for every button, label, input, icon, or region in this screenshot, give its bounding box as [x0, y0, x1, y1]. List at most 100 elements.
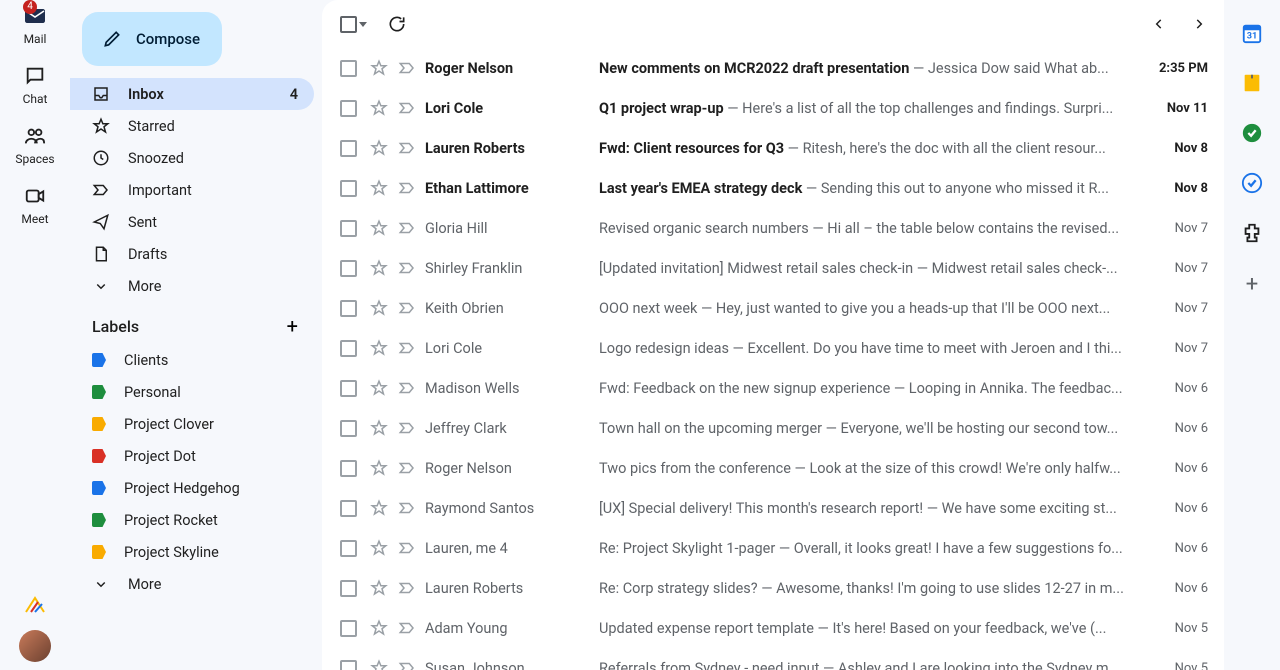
row-checkbox[interactable] — [340, 340, 357, 357]
tasks-icon[interactable] — [1241, 122, 1263, 144]
row-checkbox[interactable] — [340, 180, 357, 197]
row-checkbox[interactable] — [340, 500, 357, 517]
email-row[interactable]: Lori Cole Logo redesign ideas — Excellen… — [322, 328, 1224, 368]
important-toggle[interactable] — [397, 498, 417, 518]
important-toggle[interactable] — [397, 338, 417, 358]
row-checkbox[interactable] — [340, 260, 357, 277]
row-checkbox[interactable] — [340, 300, 357, 317]
important-toggle[interactable] — [397, 578, 417, 598]
row-checkbox[interactable] — [340, 220, 357, 237]
important-toggle[interactable] — [397, 418, 417, 438]
important-toggle[interactable] — [397, 618, 417, 638]
label-item[interactable]: Project Rocket — [70, 504, 314, 536]
important-toggle[interactable] — [397, 378, 417, 398]
contacts-icon[interactable] — [1241, 172, 1263, 194]
rail-meet[interactable]: Meet — [21, 184, 48, 226]
email-row[interactable]: Roger Nelson New comments on MCR2022 dra… — [322, 48, 1224, 88]
important-toggle[interactable] — [397, 258, 417, 278]
star-toggle[interactable] — [369, 418, 389, 438]
nav-inbox[interactable]: Inbox 4 — [70, 78, 314, 110]
nav-starred[interactable]: Starred — [70, 110, 314, 142]
rail-mail[interactable]: 4 Mail — [23, 4, 47, 46]
star-toggle[interactable] — [369, 658, 389, 670]
label-item[interactable]: Clients — [70, 344, 314, 376]
star-toggle[interactable] — [369, 298, 389, 318]
add-label-button[interactable]: + — [287, 314, 298, 338]
email-row[interactable]: Lauren Roberts Re: Corp strategy slides?… — [322, 568, 1224, 608]
keep-icon[interactable] — [1241, 72, 1263, 94]
star-toggle[interactable] — [369, 98, 389, 118]
important-toggle[interactable] — [397, 458, 417, 478]
star-toggle[interactable] — [369, 618, 389, 638]
star-toggle[interactable] — [369, 258, 389, 278]
label-item[interactable]: Personal — [70, 376, 314, 408]
row-checkbox[interactable] — [340, 380, 357, 397]
star-toggle[interactable] — [369, 498, 389, 518]
important-toggle[interactable] — [397, 178, 417, 198]
nav-more[interactable]: More — [70, 270, 314, 302]
email-row[interactable]: Susan Johnson Referrals from Sydney - ne… — [322, 648, 1224, 670]
email-row[interactable]: Jeffrey Clark Town hall on the upcoming … — [322, 408, 1224, 448]
star-toggle[interactable] — [369, 178, 389, 198]
email-row[interactable]: Lauren, me 4 Re: Project Skylight 1-page… — [322, 528, 1224, 568]
star-toggle[interactable] — [369, 578, 389, 598]
refresh-button[interactable] — [387, 14, 407, 34]
abstract-logo-icon[interactable] — [23, 594, 47, 618]
email-row[interactable]: Madison Wells Fwd: Feedback on the new s… — [322, 368, 1224, 408]
important-toggle[interactable] — [397, 138, 417, 158]
email-row[interactable]: Gloria Hill Revised organic search numbe… — [322, 208, 1224, 248]
nav-important[interactable]: Important — [70, 174, 314, 206]
addons-icon[interactable] — [1241, 222, 1263, 244]
important-toggle[interactable] — [397, 658, 417, 670]
page-next-button[interactable] — [1192, 17, 1206, 31]
star-toggle[interactable] — [369, 338, 389, 358]
row-checkbox[interactable] — [340, 660, 357, 670]
rail-spaces[interactable]: Spaces — [15, 124, 54, 166]
nav-sent[interactable]: Sent — [70, 206, 314, 238]
select-all-checkbox[interactable] — [340, 16, 357, 33]
compose-button[interactable]: Compose — [82, 12, 222, 66]
important-toggle[interactable] — [397, 98, 417, 118]
label-item[interactable]: Project Clover — [70, 408, 314, 440]
label-item[interactable]: Project Skyline — [70, 536, 314, 568]
email-row[interactable]: Raymond Santos [UX] Special delivery! Th… — [322, 488, 1224, 528]
caret-down-icon[interactable] — [359, 22, 367, 27]
email-row[interactable]: Roger Nelson Two pics from the conferenc… — [322, 448, 1224, 488]
nav-snoozed[interactable]: Snoozed — [70, 142, 314, 174]
email-row[interactable]: Lori Cole Q1 project wrap-up — Here's a … — [322, 88, 1224, 128]
star-toggle[interactable] — [369, 378, 389, 398]
row-checkbox[interactable] — [340, 140, 357, 157]
row-checkbox[interactable] — [340, 540, 357, 557]
important-toggle[interactable] — [397, 218, 417, 238]
star-toggle[interactable] — [369, 458, 389, 478]
important-toggle[interactable] — [397, 58, 417, 78]
email-row[interactable]: Adam Young Updated expense report templa… — [322, 608, 1224, 648]
row-checkbox[interactable] — [340, 60, 357, 77]
email-subject-line: Fwd: Feedback on the new signup experien… — [599, 380, 1138, 397]
email-row[interactable]: Shirley Franklin [Updated invitation] Mi… — [322, 248, 1224, 288]
star-toggle[interactable] — [369, 538, 389, 558]
nav-drafts[interactable]: Drafts — [70, 238, 314, 270]
row-checkbox[interactable] — [340, 580, 357, 597]
page-prev-button[interactable] — [1152, 17, 1166, 31]
email-row[interactable]: Keith Obrien OOO next week — Hey, just w… — [322, 288, 1224, 328]
row-checkbox[interactable] — [340, 460, 357, 477]
star-toggle[interactable] — [369, 138, 389, 158]
row-checkbox[interactable] — [340, 620, 357, 637]
email-row[interactable]: Ethan Lattimore Last year's EMEA strateg… — [322, 168, 1224, 208]
calendar-icon[interactable]: 31 — [1241, 22, 1263, 44]
email-row[interactable]: Lauren Roberts Fwd: Client resources for… — [322, 128, 1224, 168]
star-toggle[interactable] — [369, 218, 389, 238]
row-checkbox[interactable] — [340, 420, 357, 437]
user-avatar[interactable] — [19, 630, 51, 662]
important-toggle[interactable] — [397, 538, 417, 558]
label-item[interactable]: Project Dot — [70, 440, 314, 472]
labels-more[interactable]: More — [70, 568, 314, 600]
important-toggle[interactable] — [397, 298, 417, 318]
star-toggle[interactable] — [369, 58, 389, 78]
select-all-dropdown[interactable] — [340, 16, 367, 33]
label-item[interactable]: Project Hedgehog — [70, 472, 314, 504]
get-addons-button[interactable]: + — [1246, 272, 1258, 297]
row-checkbox[interactable] — [340, 100, 357, 117]
rail-chat[interactable]: Chat — [23, 64, 48, 106]
